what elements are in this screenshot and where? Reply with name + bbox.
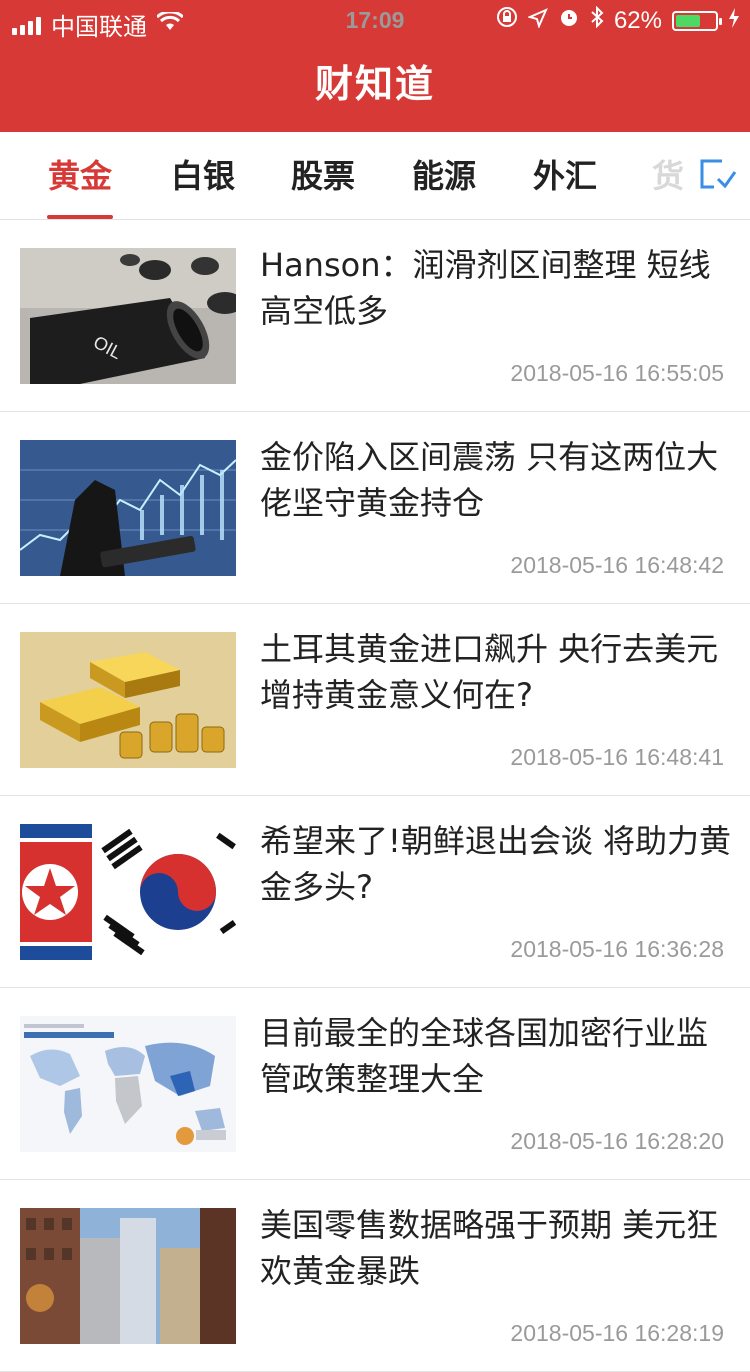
korea-flags-image	[20, 824, 236, 960]
article-list: OIL Hanson：润滑剂区间整理 短线高空低多 2018-05-16 16:…	[0, 220, 750, 1372]
article-title[interactable]: 目前最全的全球各国加密行业监管政策整理大全	[260, 1010, 734, 1102]
article-time: 2018-05-16 16:48:41	[510, 744, 724, 770]
channel-edit-icon	[700, 159, 737, 189]
article-title[interactable]: 希望来了!朝鲜退出会谈 将助力黄金多头?	[260, 818, 734, 910]
article-time: 2018-05-16 16:28:20	[510, 1128, 724, 1154]
article-title[interactable]: 美国零售数据略强于预期 美元狂欢黄金暴跌	[260, 1202, 734, 1294]
market-chart-image	[20, 440, 236, 576]
navigation-bar: 财知道	[0, 40, 750, 132]
article-time: 2018-05-16 16:55:05	[510, 360, 724, 386]
article-title[interactable]: 金价陷入区间震荡 只有这两位大佬坚守黄金持仓	[260, 434, 734, 526]
world-map-image	[20, 1016, 236, 1152]
list-item[interactable]: 金价陷入区间震荡 只有这两位大佬坚守黄金持仓 2018-05-16 16:48:…	[0, 412, 750, 604]
tab-silver[interactable]: 白银	[148, 132, 258, 220]
battery-icon	[672, 10, 722, 31]
location-icon	[527, 7, 548, 35]
gold-bars-image	[20, 632, 236, 768]
tab-energy[interactable]: 能源	[389, 132, 499, 220]
channel-edit-button[interactable]	[696, 156, 740, 196]
battery-percent: 62%	[613, 6, 662, 34]
list-item[interactable]: 土耳其黄金进口飙升 央行去美元增持黄金意义何在? 2018-05-16 16:4…	[0, 604, 750, 796]
oil-barrel-image: OIL	[20, 248, 236, 384]
list-item[interactable]: 美国零售数据略强于预期 美元狂欢黄金暴跌 2018-05-16 16:28:19	[0, 1180, 750, 1372]
app-title: 财知道	[314, 62, 435, 106]
lock-rotation-icon	[496, 6, 518, 35]
tab-gold[interactable]: 黄金	[25, 132, 135, 220]
tab-stocks[interactable]: 股票	[268, 132, 378, 220]
article-title[interactable]: Hanson：润滑剂区间整理 短线高空低多	[260, 242, 734, 334]
article-time: 2018-05-16 16:36:28	[510, 936, 724, 962]
status-bar: 中国联通 17:09 62%	[0, 0, 750, 41]
tab-currency[interactable]: 货	[652, 132, 692, 220]
article-title[interactable]: 土耳其黄金进口飙升 央行去美元增持黄金意义何在?	[260, 626, 734, 718]
list-item[interactable]: 目前最全的全球各国加密行业监管政策整理大全 2018-05-16 16:28:2…	[0, 988, 750, 1180]
list-item[interactable]: 希望来了!朝鲜退出会谈 将助力黄金多头? 2018-05-16 16:36:28	[0, 796, 750, 988]
alarm-icon	[558, 6, 580, 35]
bluetooth-icon	[590, 5, 604, 35]
category-tabs: 黄金 白银 股票 能源 外汇 货	[0, 132, 750, 220]
battery-fill	[676, 14, 700, 27]
article-time: 2018-05-16 16:48:42	[510, 552, 724, 578]
city-street-image	[20, 1208, 236, 1344]
tab-forex[interactable]: 外汇	[510, 132, 620, 220]
charging-icon	[728, 7, 740, 35]
list-item[interactable]: OIL Hanson：润滑剂区间整理 短线高空低多 2018-05-16 16:…	[0, 220, 750, 412]
